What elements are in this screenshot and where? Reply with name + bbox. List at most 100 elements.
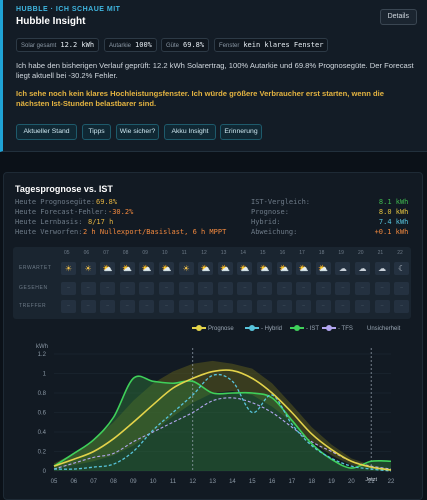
timeline-cell: – [355, 300, 370, 313]
kicker-label: HUBBLE · ICH SCHAUE MIT [16, 6, 121, 13]
action-current-state-button[interactable]: Aktueller Stand [16, 124, 77, 140]
y-tick-label: 0.2 [38, 450, 47, 456]
x-tick-label: 22 [388, 479, 395, 485]
cloud-icon: ☁ [355, 262, 370, 275]
x-tick-label: 07 [90, 479, 97, 485]
details-button[interactable]: Details [379, 9, 417, 25]
timeline-cell: – [335, 300, 351, 313]
action-reminder-button[interactable]: Erinnerung [220, 124, 262, 140]
timeline-hour-label: 08 [122, 250, 129, 256]
cloud-icon: ☁ [374, 262, 390, 275]
action-tips-button[interactable]: Tipps [82, 124, 111, 140]
y-tick-label: 0.8 [38, 391, 47, 397]
timeline-cell: – [119, 300, 135, 313]
insight-warning: Ich sehe noch kein klares Hochleistungsf… [16, 89, 384, 108]
timeline-cell: – [315, 300, 331, 313]
timeline-cell: – [119, 282, 135, 295]
stat-value: 8.1 kWh [378, 198, 409, 206]
now-label: Jetzt [365, 477, 377, 483]
action-battery-insight-button[interactable]: Akku Insight [164, 124, 216, 140]
timeline-cell: – [257, 282, 272, 295]
stat-label: IST-Vergleich: [251, 198, 311, 206]
timeline-cell: – [237, 282, 253, 295]
timeline-hour-label: 05 [64, 250, 70, 256]
timeline-cell: – [355, 282, 370, 295]
stat-value: 69.8% [96, 198, 118, 206]
hubble-insight-card: HUBBLE · ICH SCHAUE MIT Hubble Insight D… [0, 0, 427, 152]
timeline-cell: – [61, 282, 76, 295]
timeline-cell: – [217, 300, 233, 313]
timeline-cell: – [100, 282, 116, 295]
x-tick-label: 19 [328, 479, 335, 485]
forecast-title: Tagesprognose vs. IST [15, 184, 113, 194]
chip-label: Solar gesamt [21, 43, 57, 49]
chip-solar-total: Solar gesamt 12.2 kWh [16, 38, 100, 52]
timeline-cell: – [198, 300, 214, 313]
timeline-hour-label: 21 [377, 250, 384, 256]
timeline-hour-label: 11 [181, 250, 187, 256]
timeline-hour-label: 07 [103, 250, 109, 256]
chip-window: Fenster kein klares Fenster [214, 38, 329, 52]
x-tick-label: 20 [348, 479, 355, 485]
y-tick-label: 0.6 [38, 411, 47, 417]
stat-label: Heute Verworfen: [15, 228, 83, 236]
stat-value: 8/17 h [88, 218, 114, 226]
x-tick-label: 06 [70, 479, 77, 485]
timeline-cell: – [237, 300, 253, 313]
x-tick-label: 17 [289, 479, 296, 485]
y-tick-label: 0.4 [38, 430, 47, 436]
sun-icon: ☀ [178, 262, 194, 275]
timeline-cell: – [80, 300, 96, 313]
timeline-row-label: ERWARTET [19, 265, 52, 271]
timeline-row-label: GESEHEN [19, 285, 48, 291]
sun-cloud-icon: ⛅ [159, 262, 174, 275]
sun-cloud-icon: ⛅ [139, 262, 155, 275]
stat-label: Hybrid: [251, 218, 281, 226]
timeline-cell: – [198, 282, 214, 295]
stat-label: Prognose: [251, 208, 289, 216]
chip-value: 69.8% [183, 41, 205, 49]
timeline-cell: – [61, 300, 76, 313]
x-tick-label: 15 [249, 479, 256, 485]
forecast-chart: kWh 0 0.2 0.4 0.6 0.8 1 1.2 05 06 07 08 09 10 11 12 13 14… [36, 344, 395, 485]
chip-value: 100% [135, 41, 152, 49]
stat-label: Abweichung: [251, 228, 298, 236]
stat-value: -30.2% [108, 208, 134, 216]
timeline-cell: – [374, 282, 390, 295]
timeline-cell: – [296, 300, 312, 313]
stat-label: Heute Lernbasis: [15, 218, 83, 226]
stat-value: 2 h Nullexport/Basislast, 6 h MPPT [83, 228, 227, 236]
y-tick-label: 1 [43, 372, 47, 378]
sun-icon: ☀ [61, 262, 76, 275]
stat-value: 7.4 kWh [378, 218, 409, 226]
insight-text: Ich habe den bisherigen Verlauf geprüft:… [16, 61, 414, 80]
sun-cloud-icon: ⛅ [217, 262, 233, 275]
stat-label: Heute Prognosegüte: [15, 198, 96, 206]
timeline-cell: – [139, 300, 155, 313]
timeline-cell: – [335, 282, 351, 295]
chip-autarky: Autarkie 100% [104, 38, 157, 52]
sun-cloud-icon: ⛅ [315, 262, 331, 275]
timeline-hour-label: 22 [397, 250, 403, 256]
moon-cloud-icon: ☾ [394, 262, 410, 275]
sun-cloud-icon: ⛅ [296, 262, 312, 275]
timeline-cell: – [159, 282, 174, 295]
x-tick-label: 11 [170, 479, 177, 485]
y-tick-label: 0 [43, 469, 47, 475]
y-tick-label: 1.2 [38, 352, 47, 358]
hour-timeline: ERWARTET GESEHEN TREFFER 05 ☀ – –06 ☀ – –07 ⛅ – –08 ⛅… [13, 247, 411, 319]
timeline-cell: – [257, 300, 272, 313]
x-tick-label: 12 [189, 479, 196, 485]
timeline-hour-label: 18 [318, 250, 325, 256]
action-how-sure-button[interactable]: Wie sicher? [116, 124, 159, 140]
timeline-hour-label: 10 [162, 250, 168, 256]
x-tick-label: 18 [308, 479, 315, 485]
timeline-hour-label: 15 [260, 250, 266, 256]
timeline-hour-label: 17 [299, 250, 305, 256]
x-tick-label: 13 [209, 479, 216, 485]
timeline-hour-label: 20 [358, 250, 364, 256]
card-title: Hubble Insight [16, 16, 86, 27]
timeline-cell: – [296, 282, 312, 295]
x-tick-label: 05 [51, 479, 58, 485]
timeline-hour-label: 16 [279, 250, 286, 256]
